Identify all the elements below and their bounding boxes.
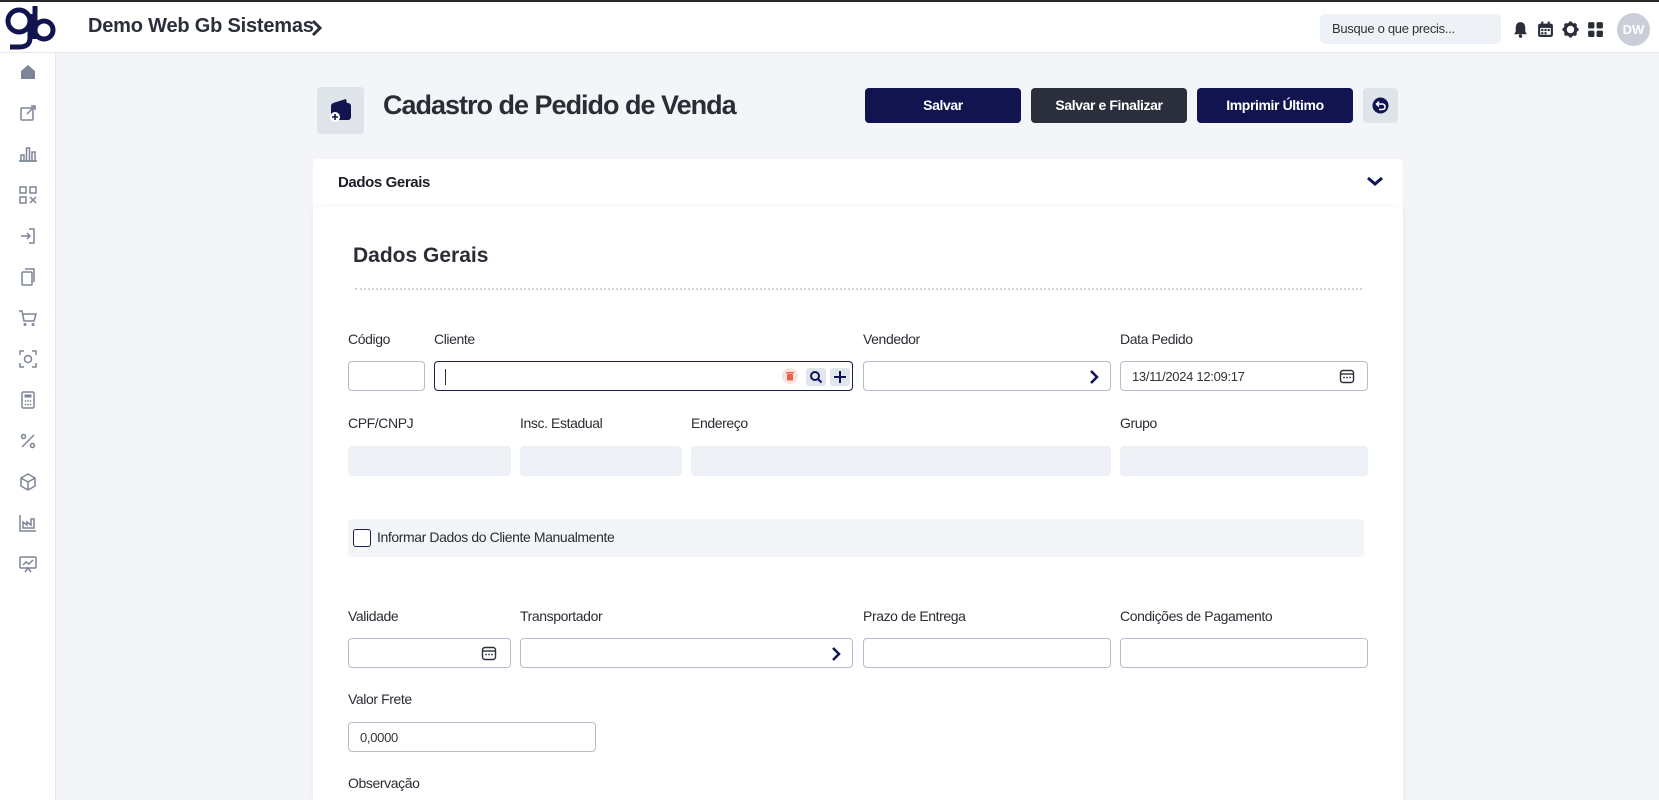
box-icon[interactable] <box>18 472 38 492</box>
search-input[interactable]: Busque o que precis... <box>1320 14 1501 44</box>
accordion-dados-gerais[interactable]: Dados Gerais <box>313 159 1403 207</box>
qr-scan-icon[interactable] <box>18 185 38 205</box>
calendar-icon[interactable] <box>1339 368 1355 384</box>
chevron-right-icon[interactable] <box>310 18 324 38</box>
print-last-button[interactable]: Imprimir Último <box>1197 88 1353 123</box>
page-icon <box>317 87 364 134</box>
sidebar <box>0 53 56 800</box>
manual-client-row: Informar Dados do Cliente Manualmente <box>348 519 1364 557</box>
cpf-cnpj-label: CPF/CNPJ <box>348 415 414 431</box>
bar-chart-icon[interactable] <box>18 144 38 164</box>
valor-frete-label: Valor Frete <box>348 691 412 707</box>
transportador-select[interactable] <box>520 638 853 668</box>
page-title: Cadastro de Pedido de Venda <box>383 90 737 120</box>
cliente-input[interactable] <box>434 361 853 391</box>
vendedor-select[interactable] <box>863 361 1111 391</box>
section-divider <box>355 288 1362 290</box>
codigo-input[interactable] <box>348 361 425 391</box>
data-pedido-input[interactable]: 13/11/2024 12:09:17 <box>1120 361 1368 391</box>
data-pedido-value: 13/11/2024 12:09:17 <box>1132 369 1245 384</box>
search-client-button[interactable] <box>806 368 826 386</box>
manual-client-checkbox[interactable] <box>353 529 371 547</box>
condicoes-pagamento-label: Condições de Pagamento <box>1120 608 1273 624</box>
chevron-right-icon <box>1090 370 1099 384</box>
chevron-down-icon[interactable] <box>1365 171 1385 191</box>
cart-icon[interactable] <box>18 308 38 328</box>
calendar-icon[interactable] <box>481 645 497 661</box>
add-client-button[interactable] <box>830 368 850 386</box>
section-title: Dados Gerais <box>353 244 489 267</box>
endereco-label: Endereço <box>691 415 748 431</box>
form-card <box>313 207 1403 800</box>
calculator-icon[interactable] <box>18 390 38 410</box>
grupo-label: Grupo <box>1120 415 1157 431</box>
save-button[interactable]: Salvar <box>865 88 1021 123</box>
grupo-field <box>1120 446 1368 476</box>
data-pedido-label: Data Pedido <box>1120 331 1193 347</box>
top-bar: Demo Web Gb Sistemas Busque o que precis… <box>0 0 1659 53</box>
prazo-entrega-label: Prazo de Entrega <box>863 608 966 624</box>
home-icon[interactable] <box>18 62 38 82</box>
factory-chart-icon[interactable] <box>18 513 38 533</box>
avatar[interactable]: DW <box>1617 13 1650 46</box>
bell-icon[interactable] <box>1512 21 1529 38</box>
apps-grid-icon[interactable] <box>1587 21 1604 38</box>
login-icon[interactable] <box>18 226 38 246</box>
text-caret <box>445 369 446 385</box>
vendedor-label: Vendedor <box>863 331 920 347</box>
accordion-label: Dados Gerais <box>338 174 430 191</box>
camera-scan-icon[interactable] <box>18 349 38 369</box>
observacao-label: Observação <box>348 775 420 791</box>
copy-icon[interactable] <box>18 267 38 287</box>
gb-logo[interactable] <box>4 4 56 50</box>
valor-frete-input[interactable]: 0,0000 <box>348 722 596 752</box>
calendar-icon[interactable] <box>1537 21 1554 38</box>
cpf-cnpj-field <box>348 446 511 476</box>
trash-icon[interactable] <box>782 368 798 384</box>
chevron-right-icon <box>832 647 841 661</box>
plus-icon <box>834 371 846 383</box>
search-icon <box>810 371 823 384</box>
transportador-label: Transportador <box>520 608 603 624</box>
prazo-entrega-input[interactable] <box>863 638 1111 668</box>
back-button[interactable] <box>1363 88 1398 123</box>
insc-estadual-label: Insc. Estadual <box>520 415 603 431</box>
endereco-field <box>691 446 1111 476</box>
cliente-label: Cliente <box>434 331 475 347</box>
edit-icon[interactable] <box>18 103 38 123</box>
codigo-label: Código <box>348 331 390 347</box>
insc-estadual-field <box>520 446 682 476</box>
save-and-finish-button[interactable]: Salvar e Finalizar <box>1031 88 1187 123</box>
presentation-icon[interactable] <box>18 554 38 574</box>
app-title[interactable]: Demo Web Gb Sistemas <box>88 15 314 38</box>
validade-input[interactable] <box>348 638 511 668</box>
gear-icon[interactable] <box>1562 21 1579 38</box>
condicoes-pagamento-input[interactable] <box>1120 638 1368 668</box>
percent-icon[interactable] <box>18 431 38 451</box>
undo-icon <box>1372 97 1389 114</box>
wallet-add-icon <box>330 99 351 122</box>
validade-label: Validade <box>348 608 399 624</box>
manual-client-label[interactable]: Informar Dados do Cliente Manualmente <box>377 529 615 545</box>
